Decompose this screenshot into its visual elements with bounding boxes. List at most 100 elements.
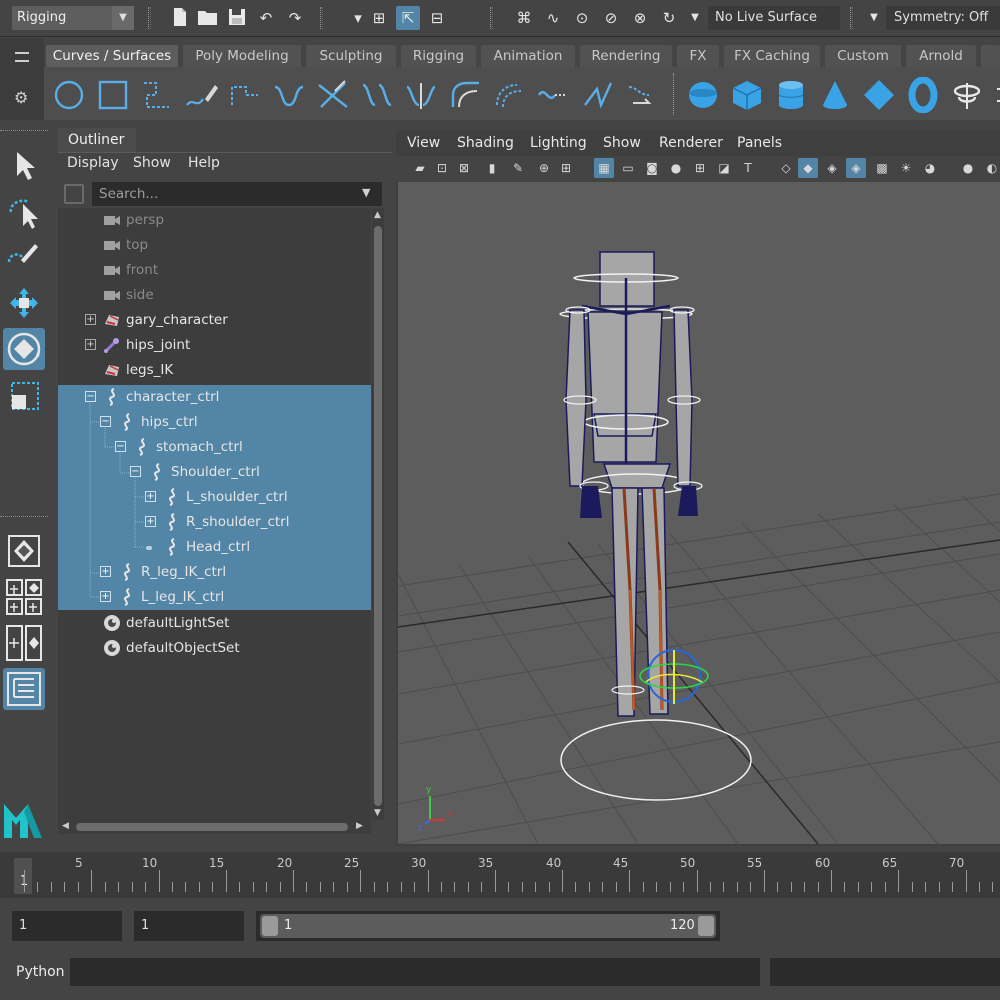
viewport-canvas[interactable]: y x z — [398, 182, 1000, 844]
viewport-menu-renderer[interactable]: Renderer — [659, 135, 723, 151]
scroll-left-icon[interactable]: ◀ — [62, 821, 69, 831]
list-item[interactable]: + L_leg_IK_ctrl — [58, 585, 371, 610]
outliner-layout-icon[interactable] — [3, 668, 45, 710]
list-item[interactable]: − Shoulder_ctrl — [58, 460, 371, 485]
expand-icon[interactable]: + — [100, 591, 111, 602]
outliner-search-input[interactable]: Search... — [92, 182, 382, 206]
fillet-curve-icon[interactable] — [447, 77, 483, 113]
list-item[interactable]: side — [58, 283, 371, 308]
paint-select-tool-icon[interactable] — [3, 236, 45, 278]
range-start-handle[interactable] — [262, 916, 278, 936]
smooth-shade-icon[interactable]: ◆ — [798, 158, 818, 178]
live-surface-field[interactable]: No Live Surface — [708, 6, 840, 30]
image-plane-icon[interactable]: ⊕ — [534, 158, 554, 178]
curve-attach-icon[interactable] — [359, 77, 395, 113]
offset-curve-icon[interactable] — [491, 77, 527, 113]
gate-mask-icon[interactable]: ● — [666, 158, 686, 178]
rebuild-curve-icon[interactable] — [579, 77, 615, 113]
nurbs-sphere-icon[interactable] — [685, 77, 721, 113]
cv-curve-tool-icon[interactable] — [139, 77, 175, 113]
shadows-icon[interactable]: ◕ — [920, 158, 940, 178]
bookmark-icon[interactable]: ▮ — [482, 158, 502, 178]
nurbs-cone-icon[interactable] — [817, 77, 853, 113]
collapse-icon[interactable]: − — [130, 466, 141, 477]
single-perspective-layout-icon[interactable] — [3, 530, 45, 572]
reverse-curve-icon[interactable] — [623, 77, 659, 113]
expand-icon[interactable]: + — [145, 516, 156, 527]
motion-blur-icon[interactable]: ◐ — [982, 158, 1000, 178]
tab-rendering[interactable]: Rendering — [580, 45, 672, 67]
scroll-down-icon[interactable]: ▼ — [374, 808, 381, 818]
snap-point-icon[interactable]: ⊙ — [570, 6, 594, 30]
loft-icon[interactable] — [993, 77, 1000, 113]
two-d-pan-zoom-icon[interactable]: ⊞ — [556, 158, 576, 178]
use-all-lights-icon[interactable]: ☀ — [896, 158, 916, 178]
outliner-horizontal-scrollbar[interactable]: ◀ ▶ — [58, 820, 371, 834]
ep-curve-tool-icon[interactable] — [227, 77, 263, 113]
field-chart-icon[interactable]: ⊞ — [690, 158, 710, 178]
list-item[interactable]: + R_leg_IK_ctrl — [58, 560, 371, 585]
wireframe-on-shaded-icon[interactable]: ◈ — [846, 158, 866, 178]
outliner-menu-help[interactable]: Help — [188, 155, 220, 171]
chevron-down-icon[interactable]: ▼ — [683, 6, 707, 30]
tab-custom[interactable]: Custom — [825, 45, 901, 67]
select-component-icon[interactable]: ⊟ — [425, 6, 449, 30]
list-item[interactable]: Head_ctrl — [58, 535, 371, 560]
select-object-icon[interactable]: ⇱ — [396, 6, 420, 30]
list-item[interactable]: legs_IK — [58, 358, 371, 383]
grease-pencil-icon[interactable]: ✎ — [508, 158, 528, 178]
wireframe-icon[interactable]: ◇ — [776, 158, 796, 178]
textured-icon[interactable]: ▩ — [872, 158, 892, 178]
resolution-gate-icon[interactable]: ◙ — [642, 158, 662, 178]
tab-rigging[interactable]: Rigging — [401, 45, 476, 67]
move-tool-icon[interactable] — [3, 282, 45, 324]
tab-animation[interactable]: Animation — [481, 45, 575, 67]
viewport-menu-panels[interactable]: Panels — [737, 135, 782, 151]
gear-icon[interactable]: ⚙ — [14, 88, 28, 107]
revolve-icon[interactable] — [949, 77, 985, 113]
outliner-vertical-scrollbar[interactable]: ▲ ▼ — [372, 208, 384, 820]
tab-poly-modeling[interactable]: Poly Modeling — [183, 45, 301, 67]
list-item[interactable]: top — [58, 233, 371, 258]
tab-sculpting[interactable]: Sculpting — [306, 45, 396, 67]
nurbs-circle-icon[interactable] — [51, 77, 87, 113]
camera-bookmark-icon[interactable]: ⊠ — [454, 158, 474, 178]
film-gate-icon[interactable]: ▭ — [618, 158, 638, 178]
command-input[interactable] — [70, 958, 760, 986]
rotate-tool-icon[interactable] — [3, 328, 45, 370]
nurbs-torus-icon[interactable] — [905, 76, 941, 114]
viewport-menu-shading[interactable]: Shading — [457, 135, 514, 151]
list-item[interactable]: front — [58, 258, 371, 283]
new-scene-icon[interactable] — [168, 6, 192, 30]
scroll-up-icon[interactable]: ▲ — [374, 210, 381, 220]
list-item[interactable]: − hips_ctrl — [58, 410, 371, 435]
chevron-down-icon[interactable]: ▼ — [362, 186, 370, 199]
list-item[interactable]: + gary_character — [58, 308, 371, 333]
symmetry-field[interactable]: Symmetry: Off — [886, 6, 1000, 30]
save-scene-icon[interactable] — [225, 6, 249, 30]
range-end-handle[interactable] — [698, 916, 714, 936]
camera-attributes-icon[interactable]: ⊡ — [432, 158, 452, 178]
collapse-icon[interactable]: − — [115, 441, 126, 452]
time-slider[interactable]: 1 5 10 15 20 25 30 35 40 45 50 55 60 65 … — [0, 852, 1000, 898]
scroll-right-icon[interactable]: ▶ — [356, 821, 363, 831]
outliner-menu-display[interactable]: Display — [67, 155, 119, 171]
viewport-menu-show[interactable]: Show — [603, 135, 641, 151]
tab-overflow[interactable] — [981, 45, 1000, 67]
expand-icon[interactable]: + — [85, 339, 96, 350]
safe-title-icon[interactable]: T — [738, 158, 758, 178]
tab-arnold[interactable]: Arnold — [906, 45, 976, 67]
tab-fx[interactable]: FX — [677, 45, 719, 67]
select-tool-icon[interactable] — [3, 144, 45, 186]
pencil-curve-tool-icon[interactable] — [183, 77, 219, 113]
start-time-field[interactable]: 1 — [12, 911, 122, 941]
range-slider-bar-fill[interactable] — [260, 914, 716, 938]
undo-icon[interactable]: ↶ — [254, 6, 278, 30]
filter-icon[interactable] — [64, 184, 84, 204]
expand-icon[interactable]: + — [100, 566, 111, 577]
redo-icon[interactable]: ↷ — [283, 6, 307, 30]
list-item[interactable]: + R_shoulder_ctrl — [58, 510, 371, 535]
ambient-occlusion-icon[interactable]: ● — [958, 158, 978, 178]
list-item[interactable]: defaultObjectSet — [58, 636, 371, 661]
four-view-layout-icon[interactable] — [3, 576, 45, 618]
